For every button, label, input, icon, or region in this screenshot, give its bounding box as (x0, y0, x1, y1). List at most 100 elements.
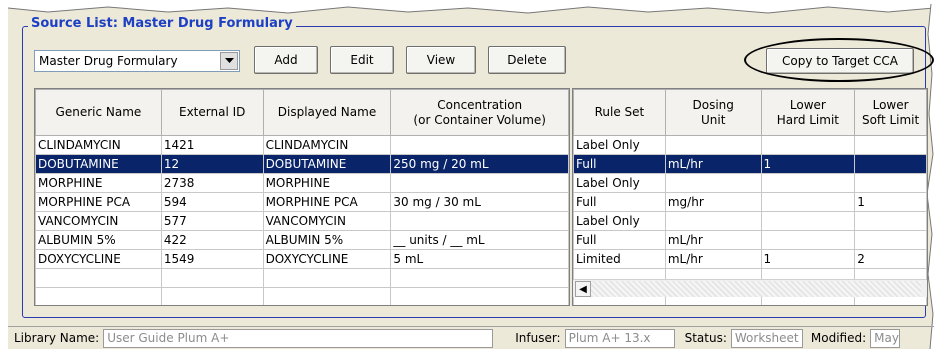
table-cell (664, 135, 762, 155)
table-cell: 1 (854, 192, 927, 212)
table-row[interactable]: DOXYCYCLINE 1549 DOXYCYCLINE 5 mL (35, 249, 569, 269)
table-cell: mL/hr (664, 154, 762, 174)
delete-button[interactable]: Delete (488, 46, 566, 74)
library-name-label: Library Name: (14, 331, 100, 345)
highlight-ellipse (744, 38, 934, 82)
table-row[interactable]: Full mL/hr (573, 230, 927, 250)
scroll-thumb[interactable] (591, 281, 921, 297)
scroll-left-icon[interactable]: ◀ (575, 281, 591, 297)
table-cell (760, 135, 856, 155)
table-cell: DOBUTAMINE (35, 154, 162, 174)
table-cell: Label Only (573, 211, 666, 231)
modified-label: Modified: (810, 331, 867, 345)
empty-cell (160, 268, 264, 288)
table-row[interactable]: Limited mL/hr 1 2 (573, 249, 927, 269)
empty-row (35, 287, 569, 305)
column-header[interactable]: Dosing Unit (664, 89, 762, 136)
table-cell: Full (573, 230, 666, 250)
table-cell: MORPHINE (262, 173, 392, 193)
table-cell: Limited (573, 249, 666, 269)
group-title: Source List: Master Drug Formulary (28, 16, 296, 31)
source-list-select-value: Master Drug Formulary (39, 54, 178, 68)
empty-cell (160, 287, 264, 305)
table-row[interactable]: Full mL/hr 1 (573, 154, 927, 174)
table-cell (854, 230, 927, 250)
empty-cell (262, 268, 392, 288)
table-row[interactable]: DOBUTAMINE 12 DOBUTAMINE 250 mg / 20 mL (35, 154, 569, 174)
torn-edge-top (8, 4, 934, 14)
formulary-window: Source List: Master Drug Formulary Maste… (8, 4, 936, 349)
table-row[interactable]: Label Only (573, 135, 927, 155)
empty-row (35, 268, 569, 288)
table-cell: MORPHINE PCA (262, 192, 392, 212)
table-row[interactable]: MORPHINE PCA 594 MORPHINE PCA 30 mg / 30 mL (35, 192, 569, 212)
modified-field[interactable]: May (870, 328, 901, 348)
table-row[interactable]: Label Only (573, 173, 927, 193)
table-cell: VANCOMYCIN (35, 211, 162, 231)
table-cell (854, 211, 927, 231)
status-label: Status: (684, 331, 727, 345)
table-cell (854, 173, 927, 193)
infuser-label: Infuser: (515, 331, 561, 345)
table-cell: 5 mL (390, 249, 569, 269)
table-cell (760, 230, 856, 250)
table-cell: 2738 (160, 173, 264, 193)
table-cell: ALBUMIN 5% (262, 230, 392, 250)
table-cell: DOBUTAMINE (262, 154, 392, 174)
rules-table: Rule Set Dosing Unit Lower Hard Limit Lower So… (573, 89, 927, 305)
table-cell: ALBUMIN 5% (35, 230, 162, 250)
table-row[interactable]: Label Only (573, 211, 927, 231)
infuser-field[interactable]: Plum A+ 13.x (564, 328, 675, 348)
table-cell (664, 173, 762, 193)
table-cell: VANCOMYCIN (262, 211, 392, 231)
table-cell: 1 (760, 249, 856, 269)
table-cell: __ units / __ mL (390, 230, 569, 250)
table-cell: 1549 (160, 249, 264, 269)
table-cell: CLINDAMYCIN (35, 135, 162, 155)
horizontal-scrollbar[interactable]: ◀ (573, 279, 927, 297)
table-cell: 1421 (160, 135, 264, 155)
table-cell (390, 135, 569, 155)
library-name-field[interactable]: User Guide Plum A+ (103, 328, 494, 348)
table-cell (390, 173, 569, 193)
table-cell: mL/hr (664, 249, 762, 269)
status-field[interactable]: Worksheet (730, 328, 803, 348)
chevron-down-icon[interactable] (220, 52, 238, 70)
table-cell: 12 (160, 154, 264, 174)
column-header[interactable]: Lower Hard Limit (760, 89, 856, 136)
table-row[interactable]: ALBUMIN 5% 422 ALBUMIN 5% __ units / __ mL (35, 230, 569, 250)
add-button[interactable]: Add (254, 46, 318, 74)
edit-button[interactable]: Edit (330, 46, 394, 74)
table-cell: Full (573, 154, 666, 174)
empty-cell (390, 287, 569, 305)
column-header[interactable]: Generic Name (35, 89, 162, 136)
view-button[interactable]: View (406, 46, 476, 74)
table-cell: 30 mg / 30 mL (390, 192, 569, 212)
column-header[interactable]: External ID (160, 89, 264, 136)
table-cell (854, 154, 927, 174)
status-bar: Library Name: User Guide Plum A+ Infuser… (8, 326, 934, 349)
table-cell: MORPHINE (35, 173, 162, 193)
column-header[interactable]: Rule Set (573, 89, 666, 136)
table-row[interactable]: VANCOMYCIN 577 VANCOMYCIN (35, 211, 569, 231)
rule-set-table: Rule Set Dosing Unit Lower Hard Limit Lower So… (572, 88, 928, 306)
empty-cell (35, 268, 162, 288)
source-list-select[interactable]: Master Drug Formulary (34, 50, 240, 72)
table-cell: 577 (160, 211, 264, 231)
column-header[interactable]: Concentration (or Container Volume) (390, 89, 569, 136)
column-header[interactable]: Displayed Name (262, 89, 392, 136)
empty-cell (390, 268, 569, 288)
drug-table: Generic Name External ID Displayed Name Con… (35, 89, 569, 305)
table-row[interactable]: CLINDAMYCIN 1421 CLINDAMYCIN (35, 135, 569, 155)
empty-cell (262, 287, 392, 305)
column-header[interactable]: Lower Soft Limit (854, 89, 927, 136)
table-row[interactable]: MORPHINE 2738 MORPHINE (35, 173, 569, 193)
table-cell: DOXYCYCLINE (35, 249, 162, 269)
table-cell: DOXYCYCLINE (262, 249, 392, 269)
table-cell: MORPHINE PCA (35, 192, 162, 212)
table-cell: Label Only (573, 135, 666, 155)
table-row[interactable]: Full mg/hr 1 (573, 192, 927, 212)
table-cell (760, 192, 856, 212)
table-cell: Label Only (573, 173, 666, 193)
table-cell (854, 135, 927, 155)
